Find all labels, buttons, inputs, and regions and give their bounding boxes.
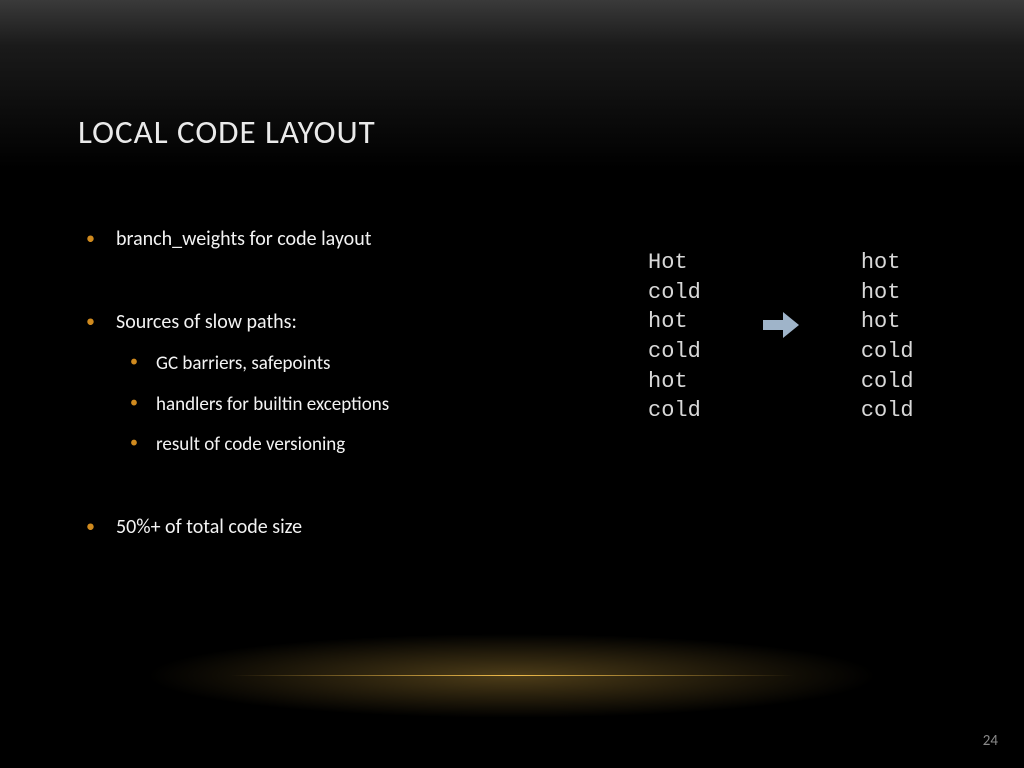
diagram-cell: Hot bbox=[648, 248, 701, 278]
sub-bullet-item: result of code versioning bbox=[116, 432, 618, 459]
slide: LOCAL CODE LAYOUT branch_weights for cod… bbox=[0, 0, 1024, 768]
sub-bullet-item: handlers for builtin exceptions bbox=[116, 392, 618, 419]
diagram-cell: hot bbox=[861, 278, 914, 308]
diagram-cell: cold bbox=[861, 367, 914, 397]
diagram-cell: cold bbox=[648, 278, 701, 308]
bullet-label: Sources of slow paths: bbox=[116, 310, 297, 334]
glow-divider bbox=[230, 675, 794, 676]
diagram-cell: cold bbox=[648, 337, 701, 367]
diagram-cell: cold bbox=[861, 396, 914, 426]
page-number: 24 bbox=[983, 732, 998, 750]
diagram-cell: hot bbox=[861, 248, 914, 278]
diagram-right-column: hot hot hot cold cold cold bbox=[861, 248, 914, 426]
bullet-item: branch_weights for code layout bbox=[78, 225, 618, 254]
diagram-cell: cold bbox=[648, 396, 701, 426]
diagram-cell: cold bbox=[861, 337, 914, 367]
arrow-right-icon bbox=[763, 312, 799, 338]
content-area: branch_weights for code layout Sources o… bbox=[78, 225, 618, 552]
sub-bullet-item: GC barriers, safepoints bbox=[116, 351, 618, 378]
diagram-cell: hot bbox=[648, 307, 701, 337]
bullet-item: 50%+ of total code size bbox=[78, 513, 618, 542]
diagram-cell: hot bbox=[648, 367, 701, 397]
layout-diagram: Hot cold hot cold hot cold hot hot hot c… bbox=[648, 248, 914, 426]
slide-title: LOCAL CODE LAYOUT bbox=[78, 112, 376, 152]
diagram-cell: hot bbox=[861, 307, 914, 337]
diagram-left-column: Hot cold hot cold hot cold bbox=[648, 248, 701, 426]
bullet-item: Sources of slow paths: GC barriers, safe… bbox=[78, 308, 618, 459]
